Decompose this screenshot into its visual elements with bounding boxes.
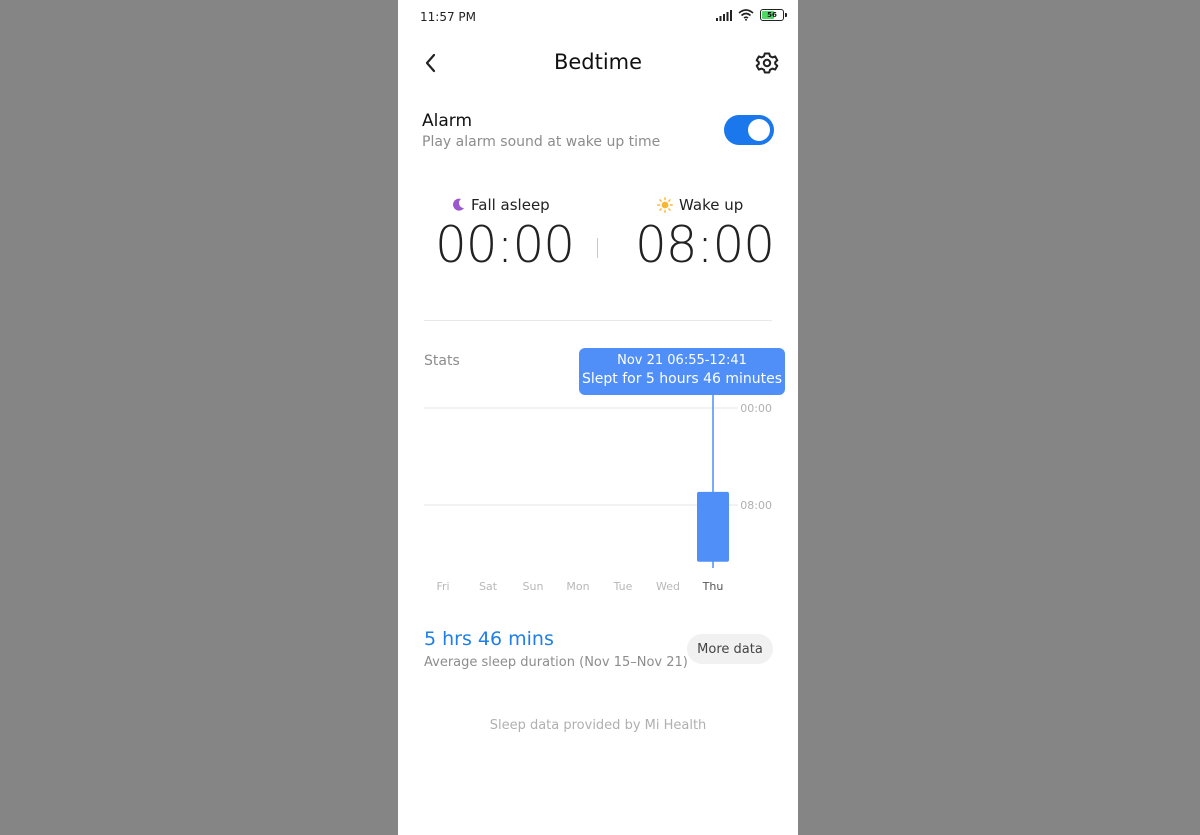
sun-icon [657,197,673,213]
toggle-knob [748,119,770,141]
wake-up-time[interactable]: 08:00 [635,216,775,274]
wake-up-text: Wake up [679,196,744,214]
x-tick-label[interactable]: Fri [436,580,449,593]
y-tick-label: 08:00 [740,499,772,512]
status-icons: 56 [716,9,787,21]
footer-note: Sleep data provided by Mi Health [489,718,707,733]
gear-icon [755,52,779,74]
phone-screen: 11:57 PM 56 Bedtime Alarm Play alarm sou… [398,0,798,835]
battery-icon: 56 [760,9,787,21]
alarm-toggle[interactable] [724,115,774,145]
battery-level: 56 [767,11,777,19]
more-data-button[interactable]: More data [687,634,773,664]
alarm-title: Alarm [422,111,473,131]
chart-tooltip: Nov 21 06:55-12:41 Slept for 5 hours 46 … [579,348,785,395]
fall-asleep-text: Fall asleep [471,196,550,214]
moon-icon [453,198,464,211]
tooltip-date-range: Nov 21 06:55-12:41 [617,353,747,368]
x-tick-label[interactable]: Sun [523,580,544,593]
x-tick-label[interactable]: Sat [479,580,498,593]
average-sleep-value: 5 hrs 46 mins [424,628,554,650]
x-tick-label[interactable]: Mon [566,580,589,593]
alarm-subtitle: Play alarm sound at wake up time [422,134,661,150]
page-title: Bedtime [553,50,643,74]
status-time: 11:57 PM [420,10,476,24]
x-tick-label[interactable]: Tue [613,580,633,593]
fall-asleep-time[interactable]: 00:00 [435,216,575,274]
signal-icon [716,9,732,21]
tooltip-summary: Slept for 5 hours 46 minutes [581,371,783,387]
settings-button[interactable] [754,50,780,76]
time-divider [597,238,598,258]
fall-asleep-label: Fall asleep [451,196,550,214]
x-tick-label[interactable]: Thu [702,580,724,593]
average-sleep-label: Average sleep duration (Nov 15–Nov 21) [424,655,688,670]
section-divider [424,320,772,321]
wake-up-label: Wake up [657,196,743,214]
sleep-bar[interactable] [697,491,729,562]
x-tick-label[interactable]: Wed [656,580,680,593]
y-tick-label: 00:00 [740,402,772,415]
wifi-icon [738,9,754,21]
